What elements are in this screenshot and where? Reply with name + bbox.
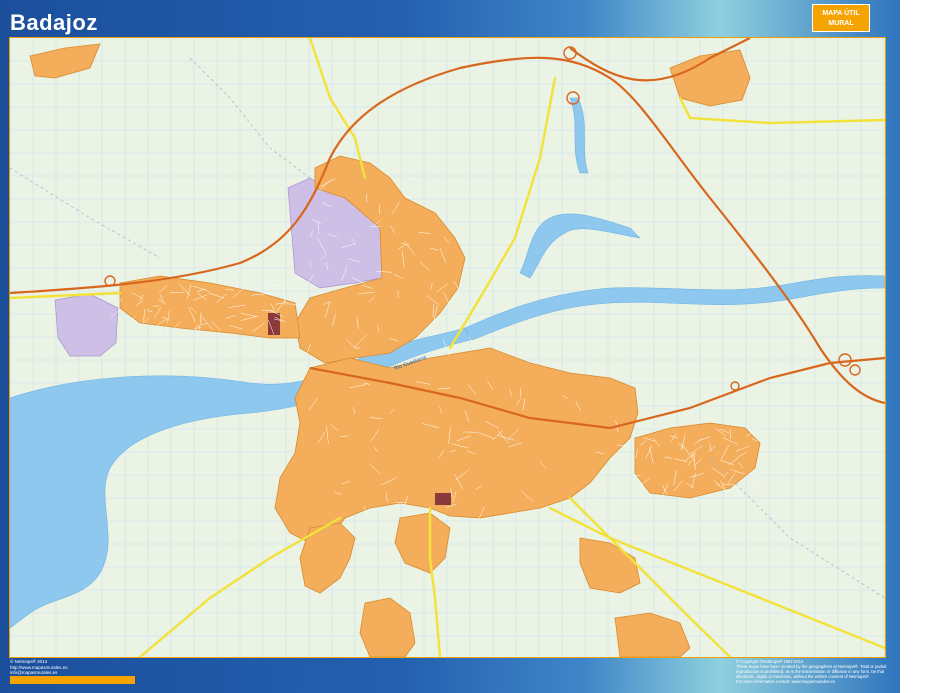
copyright-line: For more information consult: www.mapasm…: [736, 679, 835, 684]
map-title: Badajoz: [10, 10, 98, 35]
badge-line-2: MURAL: [828, 20, 854, 27]
boundaries: [10, 57, 885, 599]
street-segment: [264, 284, 282, 287]
street-segment: [266, 284, 271, 293]
street-segment: [151, 326, 165, 338]
street-segment: [751, 481, 758, 488]
map-grid: [10, 38, 885, 657]
main-roads: [10, 38, 885, 657]
footer-copyright: © Copyright ©Netmaps® 1997-2014 These ma…: [736, 659, 886, 684]
map-canvas[interactable]: Río Guadiana: [9, 37, 886, 658]
footer-email-link[interactable]: info@mapasmurales.es: [10, 670, 290, 676]
street-segment: [735, 485, 740, 497]
street-segment: [752, 486, 757, 493]
badge-line-1: MAPA ÚTIL: [822, 10, 860, 17]
brand-badge: MAPA ÚTIL MURAL: [812, 4, 870, 32]
street-segment: [165, 326, 168, 335]
footer-credits: © Netmaps® 2014 http://www.mapasmurales.…: [10, 659, 290, 676]
map-svg: Río Guadiana: [10, 38, 885, 657]
roundabouts: [104, 46, 861, 391]
footer-accent-bar: [10, 676, 135, 684]
